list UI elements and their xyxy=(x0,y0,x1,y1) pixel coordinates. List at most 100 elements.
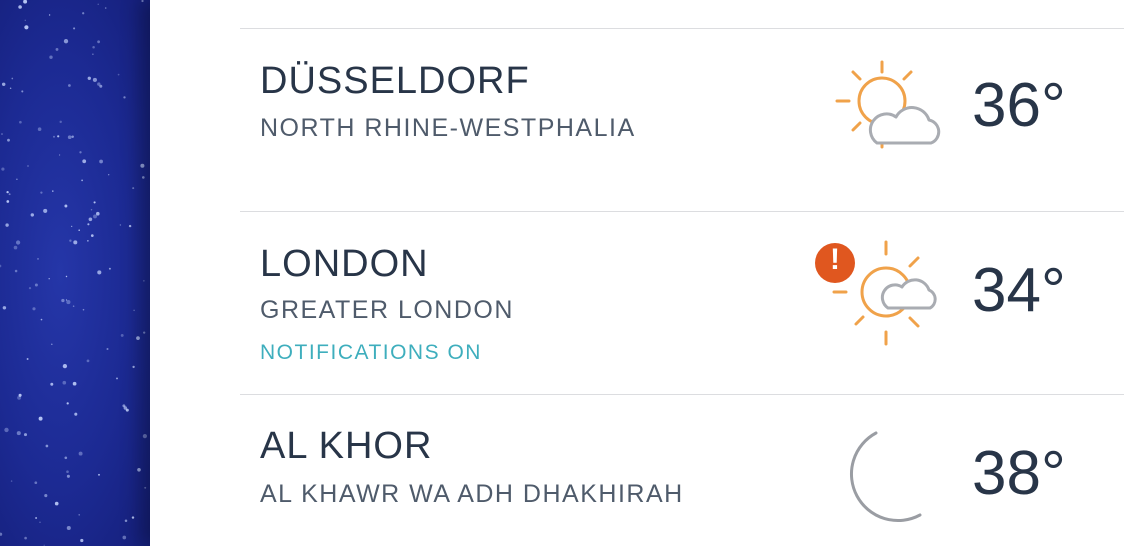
star-speck xyxy=(48,14,51,16)
star-speck xyxy=(116,377,118,380)
star-speck xyxy=(53,135,55,138)
city-name: AL KHOR xyxy=(260,425,433,467)
star-speck xyxy=(124,519,128,523)
star-speck xyxy=(82,308,85,311)
star-speck xyxy=(90,209,93,211)
star-speck xyxy=(38,416,43,421)
alert-glyph: ! xyxy=(830,243,840,276)
star-speck xyxy=(144,486,147,489)
star-speck xyxy=(140,163,145,168)
star-speck xyxy=(72,381,77,386)
star-speck xyxy=(78,229,80,231)
star-speck xyxy=(62,363,68,369)
star-speck xyxy=(98,473,100,476)
star-speck xyxy=(97,82,101,86)
star-speck xyxy=(13,245,18,250)
star-speck xyxy=(92,53,94,56)
star-speck xyxy=(19,120,22,124)
star-speck xyxy=(40,318,43,321)
city-name: LONDON xyxy=(260,243,429,285)
star-speck xyxy=(61,298,65,303)
star-speck xyxy=(74,412,78,416)
star-speck xyxy=(88,217,93,222)
star-speck xyxy=(143,331,146,334)
star-speck xyxy=(32,307,36,311)
star-speck xyxy=(123,96,126,99)
star-speck xyxy=(18,393,22,397)
star-speck xyxy=(24,536,27,540)
star-speck xyxy=(64,456,68,460)
star-speck xyxy=(71,135,74,139)
star-speck xyxy=(92,45,95,49)
star-speck xyxy=(131,516,135,519)
city-name: DÜSSELDORF xyxy=(260,60,530,102)
star-speck xyxy=(40,191,43,194)
star-speck xyxy=(82,12,85,15)
star-speck xyxy=(87,76,91,80)
star-speck xyxy=(11,77,14,80)
star-speck xyxy=(79,151,82,154)
temperature: 34° xyxy=(972,256,1066,325)
star-speck xyxy=(68,84,71,87)
star-speck xyxy=(59,120,62,124)
star-speck xyxy=(137,468,141,472)
star-speck xyxy=(15,240,21,245)
star-speck xyxy=(51,343,53,345)
star-speck xyxy=(73,27,76,30)
star-speck xyxy=(122,535,127,540)
star-speck xyxy=(132,187,135,190)
star-speck xyxy=(1,133,3,135)
star-speck xyxy=(117,73,120,76)
star-speck xyxy=(86,359,90,363)
region-name: AL KHAWR WA ADH DHAKHIRAH xyxy=(260,480,684,508)
star-speck xyxy=(1,167,5,171)
star-speck xyxy=(10,480,13,482)
star-speck xyxy=(24,25,29,30)
star-speck xyxy=(37,258,39,260)
star-speck xyxy=(7,138,10,142)
star-speck xyxy=(45,444,49,448)
star-speck xyxy=(136,336,140,340)
star-speck xyxy=(37,127,42,131)
star-speck xyxy=(5,223,9,227)
star-speck xyxy=(39,521,41,523)
star-speck xyxy=(99,159,103,164)
star-speck xyxy=(65,275,68,278)
star-speck xyxy=(143,280,145,282)
star-speck xyxy=(93,214,97,219)
star-speck xyxy=(48,277,50,280)
star-speck xyxy=(59,154,61,156)
star-speck xyxy=(54,501,59,506)
star-speck xyxy=(69,239,72,242)
star-speck xyxy=(108,174,110,176)
star-speck xyxy=(108,267,111,270)
star-speck xyxy=(106,347,109,351)
location-row-london[interactable]: LONDON GREATER LONDON NOTIFICATIONS ON !… xyxy=(150,212,1124,394)
star-speck xyxy=(4,427,9,433)
star-speck xyxy=(34,481,38,485)
starry-background xyxy=(0,0,150,546)
star-speck xyxy=(132,365,135,369)
star-speck xyxy=(97,3,99,5)
region-name: NORTH RHINE-WESTPHALIA xyxy=(260,114,636,142)
star-speck xyxy=(93,201,96,204)
location-row-dusseldorf[interactable]: DÜSSELDORF NORTH RHINE-WESTPHALIA 36° xyxy=(150,29,1124,211)
star-speck xyxy=(66,474,70,478)
star-speck xyxy=(28,287,32,290)
star-speck xyxy=(62,380,67,385)
star-speck xyxy=(0,264,2,268)
star-speck xyxy=(14,269,18,273)
star-speck xyxy=(50,382,54,386)
star-speck xyxy=(6,190,9,194)
region-name: GREATER LONDON xyxy=(260,296,514,324)
star-speck xyxy=(71,225,73,228)
location-row-al-khor[interactable]: AL KHOR AL KHAWR WA ADH DHAKHIRAH 38° xyxy=(150,395,1124,546)
star-speck xyxy=(128,224,132,228)
star-speck xyxy=(73,240,78,245)
star-speck xyxy=(24,19,27,22)
star-speck xyxy=(34,283,38,287)
alert-badge[interactable]: ! xyxy=(809,241,859,286)
moon-icon xyxy=(849,431,922,523)
star-speck xyxy=(82,159,87,164)
temperature: 38° xyxy=(972,439,1066,508)
